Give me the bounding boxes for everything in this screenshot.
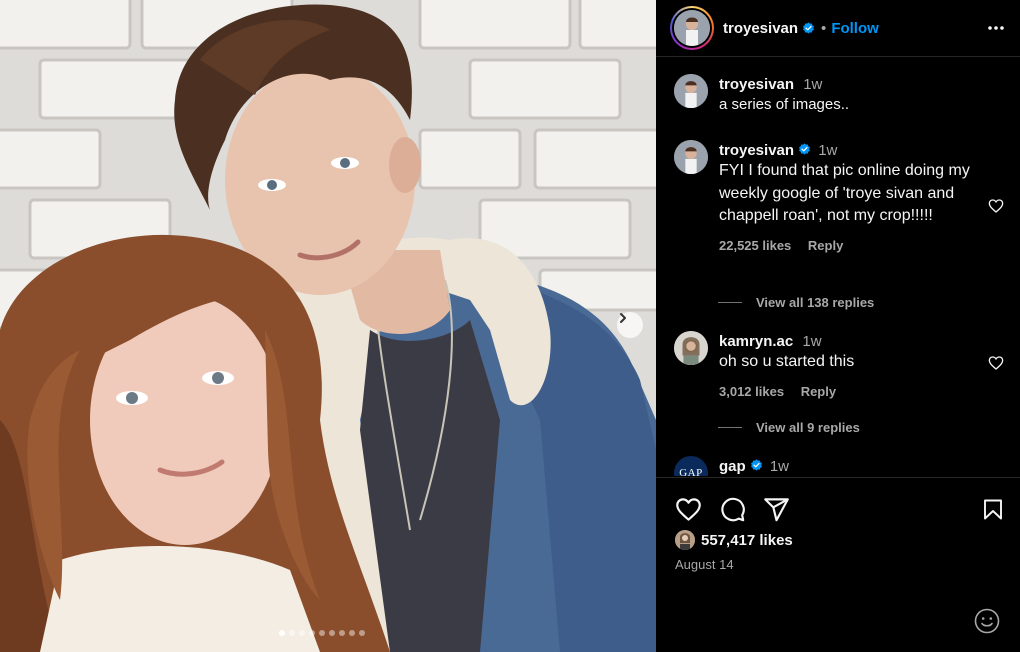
follow-separator: • — [821, 19, 827, 37]
comment-time[interactable]: 1w — [770, 458, 789, 475]
post-sidebar: troyesivan • Follow troyesivan 1w a seri… — [656, 0, 1020, 652]
caption-username[interactable]: troyesivan — [719, 76, 794, 93]
comment-avatar[interactable]: GAP — [674, 456, 708, 476]
reply-button[interactable]: Reply — [808, 238, 843, 253]
chevron-right-icon — [620, 313, 626, 323]
verified-badge-icon — [750, 459, 762, 471]
comment-list[interactable]: troyesivan 1w a series of images.. troye… — [656, 58, 1020, 476]
view-replies-label: View all 138 replies — [756, 295, 875, 310]
heart-icon[interactable] — [988, 198, 1004, 214]
carousel-dot — [359, 630, 365, 636]
carousel-dot — [329, 630, 335, 636]
author-avatar — [674, 10, 710, 46]
carousel-dot — [299, 630, 305, 636]
comment-icon — [721, 497, 745, 522]
carousel-dot — [309, 630, 315, 636]
likes-row[interactable]: 557,417 likes — [675, 530, 793, 550]
more-horizontal-icon[interactable] — [986, 18, 1006, 38]
comment-username[interactable]: kamryn.ac — [719, 333, 793, 350]
carousel-dot — [289, 630, 295, 636]
comment-button[interactable] — [719, 496, 746, 528]
author-username[interactable]: troyesivan — [723, 20, 798, 37]
like-button[interactable] — [675, 496, 702, 528]
carousel-dot — [339, 630, 345, 636]
post-actions: 557,417 likes August 14 — [656, 477, 1020, 652]
carousel-dot — [349, 630, 355, 636]
view-replies-label: View all 9 replies — [756, 420, 860, 435]
comment-avatar[interactable] — [674, 140, 708, 174]
share-button[interactable] — [763, 496, 790, 528]
post-date[interactable]: August 14 — [675, 557, 734, 572]
comment-avatar[interactable] — [674, 331, 708, 365]
carousel-dot — [279, 630, 285, 636]
follow-button[interactable]: Follow — [831, 20, 879, 37]
heart-icon — [676, 498, 701, 521]
carousel-dot — [319, 630, 325, 636]
caption-text: a series of images.. — [719, 96, 850, 113]
comment-time[interactable]: 1w — [802, 333, 821, 350]
comment-text: FYI I found that pic online doing my wee… — [719, 162, 970, 224]
heart-icon[interactable] — [988, 355, 1004, 371]
caption-avatar[interactable] — [674, 74, 708, 108]
verified-badge-icon — [799, 143, 810, 155]
carousel-dots — [279, 630, 365, 636]
emoji-button[interactable] — [974, 608, 1000, 639]
comment-text: oh so u started this — [719, 353, 855, 370]
author-avatar-ring[interactable] — [670, 6, 714, 50]
comment-username[interactable]: gap — [719, 458, 746, 475]
post-image — [0, 0, 656, 652]
comment-time[interactable]: 1w — [818, 142, 837, 159]
send-icon — [764, 498, 789, 522]
gap-logo: GAP — [679, 467, 703, 476]
reply-button[interactable]: Reply — [801, 384, 836, 399]
comment-likes[interactable]: 22,525 likes — [719, 238, 791, 253]
comment-username[interactable]: troyesivan — [719, 142, 794, 159]
bookmark-icon — [984, 499, 1002, 520]
post-header: troyesivan • Follow — [656, 0, 1020, 57]
liker-avatar — [675, 530, 695, 550]
view-replies-button[interactable]: View all 138 replies — [718, 295, 874, 310]
view-replies-button[interactable]: View all 9 replies — [718, 420, 860, 435]
likes-count[interactable]: 557,417 likes — [701, 532, 793, 549]
emoji-icon — [974, 608, 1000, 634]
verified-badge-icon — [803, 21, 814, 34]
save-button[interactable] — [981, 496, 1005, 528]
carousel-next-button[interactable] — [617, 312, 643, 338]
comment-likes[interactable]: 3,012 likes — [719, 384, 784, 399]
post-photo[interactable] — [0, 0, 656, 652]
caption-time[interactable]: 1w — [803, 76, 822, 93]
